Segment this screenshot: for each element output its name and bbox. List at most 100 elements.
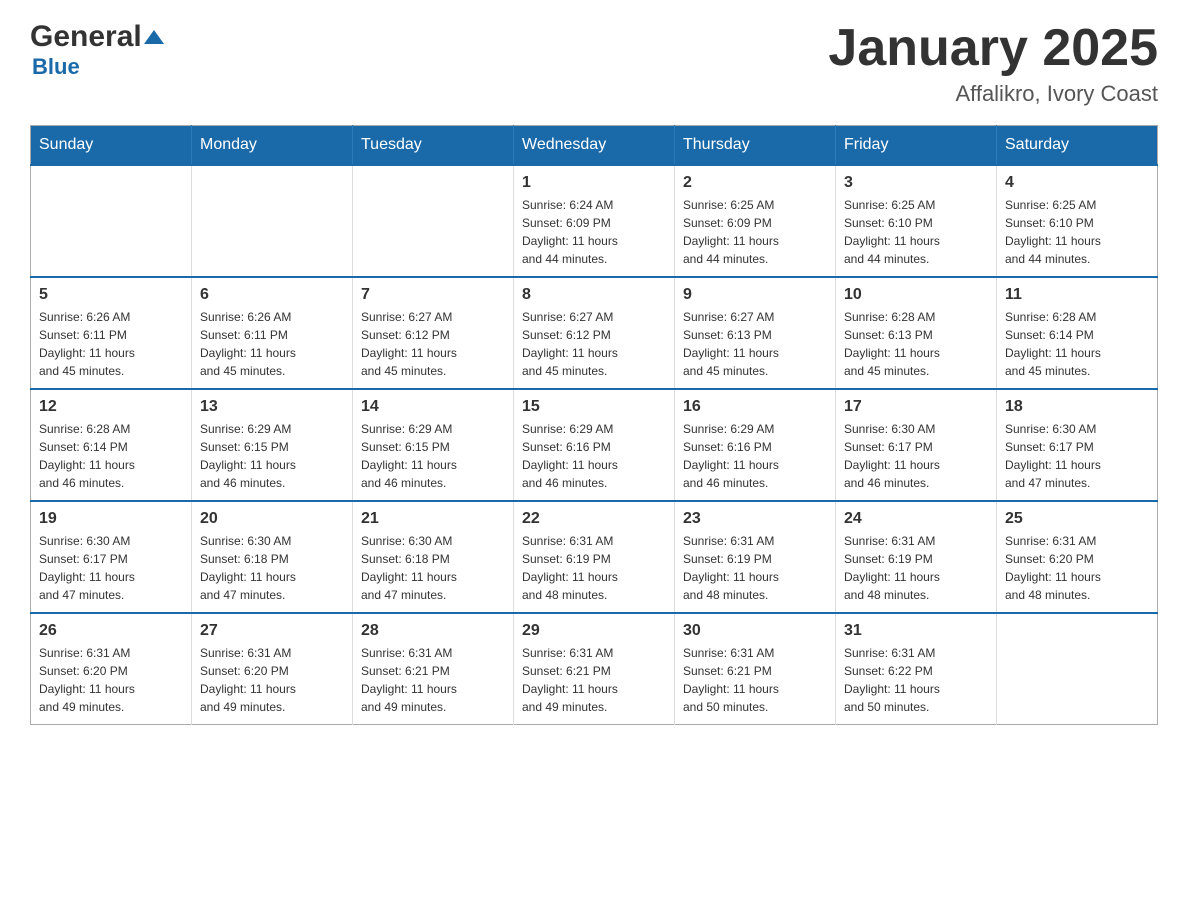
day-cell-4-4: 30 Sunrise: 6:31 AM Sunset: 6:21 PM Dayli… <box>675 613 836 725</box>
week-row-3: 12 Sunrise: 6:28 AM Sunset: 6:14 PM Dayli… <box>31 389 1158 501</box>
logo-general-label: General <box>30 20 142 54</box>
day-info-2: Sunrise: 6:25 AM Sunset: 6:09 PM Dayligh… <box>683 196 827 268</box>
header-tuesday: Tuesday <box>353 126 514 166</box>
day-number-17: 17 <box>844 398 988 416</box>
day-number-1: 1 <box>522 174 666 192</box>
day-info-9: Sunrise: 6:27 AM Sunset: 6:13 PM Dayligh… <box>683 308 827 380</box>
day-info-28: Sunrise: 6:31 AM Sunset: 6:21 PM Dayligh… <box>361 644 505 716</box>
day-cell-3-4: 23 Sunrise: 6:31 AM Sunset: 6:19 PM Dayli… <box>675 501 836 613</box>
day-info-26: Sunrise: 6:31 AM Sunset: 6:20 PM Dayligh… <box>39 644 183 716</box>
day-cell-4-2: 28 Sunrise: 6:31 AM Sunset: 6:21 PM Dayli… <box>353 613 514 725</box>
day-cell-2-3: 15 Sunrise: 6:29 AM Sunset: 6:16 PM Dayli… <box>514 389 675 501</box>
day-info-31: Sunrise: 6:31 AM Sunset: 6:22 PM Dayligh… <box>844 644 988 716</box>
day-info-23: Sunrise: 6:31 AM Sunset: 6:19 PM Dayligh… <box>683 532 827 604</box>
day-info-22: Sunrise: 6:31 AM Sunset: 6:19 PM Dayligh… <box>522 532 666 604</box>
day-number-19: 19 <box>39 510 183 528</box>
logo-triangle-icon <box>144 30 164 44</box>
day-cell-2-2: 14Sunrise: 6:29 AM Sunset: 6:15 PM Dayli… <box>353 389 514 501</box>
day-cell-2-5: 17 Sunrise: 6:30 AM Sunset: 6:17 PM Dayli… <box>836 389 997 501</box>
day-cell-3-6: 25Sunrise: 6:31 AM Sunset: 6:20 PM Dayli… <box>997 501 1158 613</box>
week-row-5: 26 Sunrise: 6:31 AM Sunset: 6:20 PM Dayli… <box>31 613 1158 725</box>
day-number-22: 22 <box>522 510 666 528</box>
logo-icon <box>144 30 164 45</box>
header-sunday: Sunday <box>31 126 192 166</box>
day-number-25: 25 <box>1005 510 1149 528</box>
day-cell-2-4: 16Sunrise: 6:29 AM Sunset: 6:16 PM Dayli… <box>675 389 836 501</box>
day-info-24: Sunrise: 6:31 AM Sunset: 6:19 PM Dayligh… <box>844 532 988 604</box>
day-number-30: 30 <box>683 622 827 640</box>
day-number-13: 13 <box>200 398 344 416</box>
day-number-3: 3 <box>844 174 988 192</box>
logo-blue-label: Blue <box>32 54 80 80</box>
week-row-2: 5 Sunrise: 6:26 AM Sunset: 6:11 PM Daylig… <box>31 277 1158 389</box>
day-number-23: 23 <box>683 510 827 528</box>
day-info-1: Sunrise: 6:24 AM Sunset: 6:09 PM Dayligh… <box>522 196 666 268</box>
day-info-3: Sunrise: 6:25 AM Sunset: 6:10 PM Dayligh… <box>844 196 988 268</box>
day-info-13: Sunrise: 6:29 AM Sunset: 6:15 PM Dayligh… <box>200 420 344 492</box>
logo: General Blue <box>30 20 164 80</box>
day-cell-2-1: 13 Sunrise: 6:29 AM Sunset: 6:15 PM Dayli… <box>192 389 353 501</box>
day-info-18: Sunrise: 6:30 AM Sunset: 6:17 PM Dayligh… <box>1005 420 1149 492</box>
day-info-14: Sunrise: 6:29 AM Sunset: 6:15 PM Dayligh… <box>361 420 505 492</box>
day-cell-4-5: 31 Sunrise: 6:31 AM Sunset: 6:22 PM Dayli… <box>836 613 997 725</box>
day-number-11: 11 <box>1005 286 1149 304</box>
calendar-table: SundayMondayTuesdayWednesdayThursdayFrid… <box>30 125 1158 725</box>
day-number-27: 27 <box>200 622 344 640</box>
calendar-header-row: SundayMondayTuesdayWednesdayThursdayFrid… <box>31 126 1158 166</box>
day-number-4: 4 <box>1005 174 1149 192</box>
day-cell-3-5: 24 Sunrise: 6:31 AM Sunset: 6:19 PM Dayli… <box>836 501 997 613</box>
day-info-17: Sunrise: 6:30 AM Sunset: 6:17 PM Dayligh… <box>844 420 988 492</box>
main-title: January 2025 <box>828 20 1158 77</box>
day-cell-1-0: 5 Sunrise: 6:26 AM Sunset: 6:11 PM Daylig… <box>31 277 192 389</box>
day-info-12: Sunrise: 6:28 AM Sunset: 6:14 PM Dayligh… <box>39 420 183 492</box>
day-number-21: 21 <box>361 510 505 528</box>
header-thursday: Thursday <box>675 126 836 166</box>
day-cell-1-5: 10 Sunrise: 6:28 AM Sunset: 6:13 PM Dayli… <box>836 277 997 389</box>
title-area: January 2025 Affalikro, Ivory Coast <box>828 20 1158 107</box>
day-cell-0-3: 1 Sunrise: 6:24 AM Sunset: 6:09 PM Daylig… <box>514 165 675 277</box>
day-cell-1-3: 8 Sunrise: 6:27 AM Sunset: 6:12 PM Daylig… <box>514 277 675 389</box>
day-number-29: 29 <box>522 622 666 640</box>
day-info-11: Sunrise: 6:28 AM Sunset: 6:14 PM Dayligh… <box>1005 308 1149 380</box>
day-info-15: Sunrise: 6:29 AM Sunset: 6:16 PM Dayligh… <box>522 420 666 492</box>
day-cell-4-3: 29 Sunrise: 6:31 AM Sunset: 6:21 PM Dayli… <box>514 613 675 725</box>
day-info-8: Sunrise: 6:27 AM Sunset: 6:12 PM Dayligh… <box>522 308 666 380</box>
day-number-31: 31 <box>844 622 988 640</box>
day-number-8: 8 <box>522 286 666 304</box>
day-info-20: Sunrise: 6:30 AM Sunset: 6:18 PM Dayligh… <box>200 532 344 604</box>
day-number-16: 16 <box>683 398 827 416</box>
day-number-28: 28 <box>361 622 505 640</box>
header-saturday: Saturday <box>997 126 1158 166</box>
day-number-12: 12 <box>39 398 183 416</box>
day-number-6: 6 <box>200 286 344 304</box>
day-cell-3-3: 22 Sunrise: 6:31 AM Sunset: 6:19 PM Dayli… <box>514 501 675 613</box>
day-cell-0-0 <box>31 165 192 277</box>
day-cell-0-6: 4Sunrise: 6:25 AM Sunset: 6:10 PM Daylig… <box>997 165 1158 277</box>
header: General Blue January 2025 Affalikro, Ivo… <box>30 20 1158 107</box>
day-cell-1-4: 9 Sunrise: 6:27 AM Sunset: 6:13 PM Daylig… <box>675 277 836 389</box>
day-cell-3-2: 21 Sunrise: 6:30 AM Sunset: 6:18 PM Dayli… <box>353 501 514 613</box>
day-cell-3-0: 19Sunrise: 6:30 AM Sunset: 6:17 PM Dayli… <box>31 501 192 613</box>
day-cell-4-6 <box>997 613 1158 725</box>
day-cell-4-1: 27 Sunrise: 6:31 AM Sunset: 6:20 PM Dayli… <box>192 613 353 725</box>
day-cell-0-4: 2Sunrise: 6:25 AM Sunset: 6:09 PM Daylig… <box>675 165 836 277</box>
day-number-24: 24 <box>844 510 988 528</box>
day-info-29: Sunrise: 6:31 AM Sunset: 6:21 PM Dayligh… <box>522 644 666 716</box>
day-number-26: 26 <box>39 622 183 640</box>
day-info-5: Sunrise: 6:26 AM Sunset: 6:11 PM Dayligh… <box>39 308 183 380</box>
logo-container: General <box>30 20 164 54</box>
day-cell-1-2: 7Sunrise: 6:27 AM Sunset: 6:12 PM Daylig… <box>353 277 514 389</box>
day-number-5: 5 <box>39 286 183 304</box>
day-number-15: 15 <box>522 398 666 416</box>
day-info-27: Sunrise: 6:31 AM Sunset: 6:20 PM Dayligh… <box>200 644 344 716</box>
day-number-7: 7 <box>361 286 505 304</box>
day-number-20: 20 <box>200 510 344 528</box>
day-number-10: 10 <box>844 286 988 304</box>
day-info-30: Sunrise: 6:31 AM Sunset: 6:21 PM Dayligh… <box>683 644 827 716</box>
header-friday: Friday <box>836 126 997 166</box>
day-info-10: Sunrise: 6:28 AM Sunset: 6:13 PM Dayligh… <box>844 308 988 380</box>
day-info-21: Sunrise: 6:30 AM Sunset: 6:18 PM Dayligh… <box>361 532 505 604</box>
day-number-9: 9 <box>683 286 827 304</box>
day-cell-2-0: 12 Sunrise: 6:28 AM Sunset: 6:14 PM Dayli… <box>31 389 192 501</box>
day-cell-1-6: 11 Sunrise: 6:28 AM Sunset: 6:14 PM Dayli… <box>997 277 1158 389</box>
